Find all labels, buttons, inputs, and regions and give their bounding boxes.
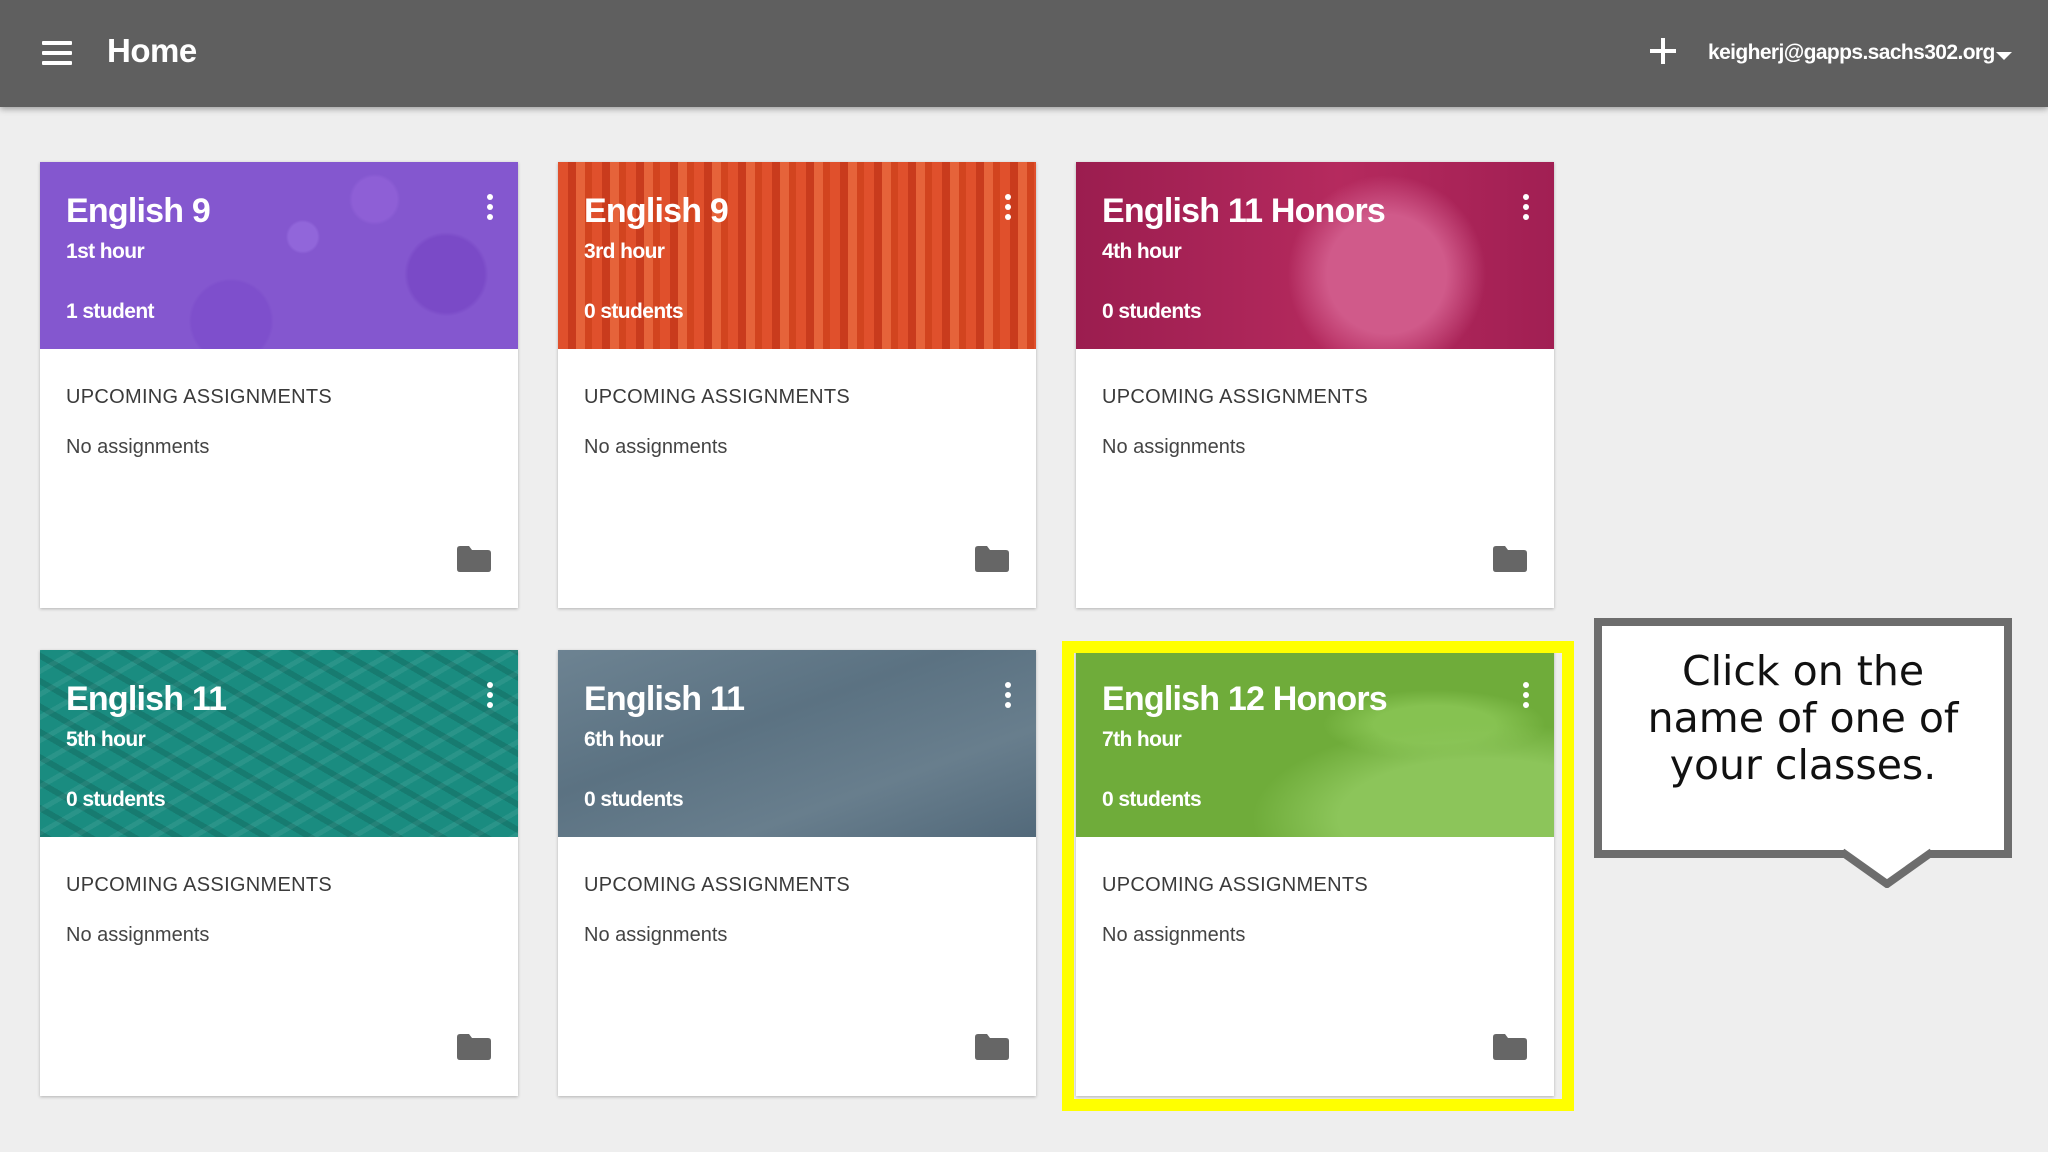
callout-text: Click on the name of one of your classes… (1647, 647, 1959, 789)
class-name-link[interactable]: English 11 (584, 680, 745, 719)
upcoming-assignments-heading: UPCOMING ASSIGNMENTS (66, 386, 333, 408)
more-vertical-icon[interactable] (484, 194, 496, 222)
upcoming-assignments-heading: UPCOMING ASSIGNMENTS (1102, 386, 1369, 408)
class-section: 4th hour (1102, 240, 1182, 263)
class-name-link[interactable]: English 9 (66, 192, 211, 231)
account-email[interactable]: keigherj@gapps.sachs302.org (1708, 41, 1995, 65)
more-vertical-icon[interactable] (1520, 194, 1532, 222)
callout-pointer (1842, 848, 1932, 888)
student-count[interactable]: 0 students (1102, 300, 1202, 324)
class-name-link[interactable]: English 9 (584, 192, 729, 231)
more-vertical-icon[interactable] (1002, 682, 1014, 710)
upcoming-assignments-heading: UPCOMING ASSIGNMENTS (584, 386, 851, 408)
class-card-header[interactable]: English 9 3rd hour 0 students (558, 162, 1036, 349)
class-section: 5th hour (66, 728, 146, 751)
student-count[interactable]: 1 student (66, 300, 155, 324)
folder-icon[interactable] (457, 546, 491, 572)
class-section: 1st hour (66, 240, 145, 263)
class-card: English 11 6th hour 0 students UPCOMING … (558, 650, 1036, 1096)
student-count[interactable]: 0 students (66, 788, 166, 812)
folder-icon[interactable] (457, 1034, 491, 1060)
assignments-status: No assignments (584, 436, 728, 458)
top-app-bar: Home keigherj@gapps.sachs302.org (0, 0, 2048, 107)
class-card-header[interactable]: English 11 6th hour 0 students (558, 650, 1036, 837)
folder-icon[interactable] (975, 546, 1009, 572)
page-title: Home (107, 32, 197, 69)
class-card: English 9 1st hour 1 student UPCOMING AS… (40, 162, 518, 608)
upcoming-assignments-heading: UPCOMING ASSIGNMENTS (66, 874, 333, 896)
class-card-header[interactable]: English 9 1st hour 1 student (40, 162, 518, 349)
folder-icon[interactable] (975, 1034, 1009, 1060)
assignments-status: No assignments (1102, 436, 1246, 458)
assignments-status: No assignments (66, 924, 210, 946)
class-card: English 11 5th hour 0 students UPCOMING … (40, 650, 518, 1096)
student-count[interactable]: 0 students (584, 788, 684, 812)
more-vertical-icon[interactable] (1002, 194, 1014, 222)
more-vertical-icon[interactable] (484, 682, 496, 710)
class-section: 3rd hour (584, 240, 665, 263)
class-card-header[interactable]: English 11 5th hour 0 students (40, 650, 518, 837)
instruction-callout: Click on the name of one of your classes… (1594, 618, 2012, 858)
plus-icon[interactable] (1648, 36, 1678, 66)
folder-icon[interactable] (1493, 546, 1527, 572)
class-card: English 11 Honors 4th hour 0 students UP… (1076, 162, 1554, 608)
class-section: 6th hour (584, 728, 664, 751)
student-count[interactable]: 0 students (584, 300, 684, 324)
class-card-header[interactable]: English 11 Honors 4th hour 0 students (1076, 162, 1554, 349)
class-name-link[interactable]: English 11 Honors (1102, 192, 1386, 231)
class-name-link[interactable]: English 11 (66, 680, 227, 719)
highlight-frame (1062, 641, 1574, 1111)
assignments-status: No assignments (66, 436, 210, 458)
class-card: English 9 3rd hour 0 students UPCOMING A… (558, 162, 1036, 608)
assignments-status: No assignments (584, 924, 728, 946)
upcoming-assignments-heading: UPCOMING ASSIGNMENTS (584, 874, 851, 896)
hamburger-menu-icon[interactable] (40, 38, 74, 68)
caret-down-icon[interactable] (1996, 52, 2012, 60)
